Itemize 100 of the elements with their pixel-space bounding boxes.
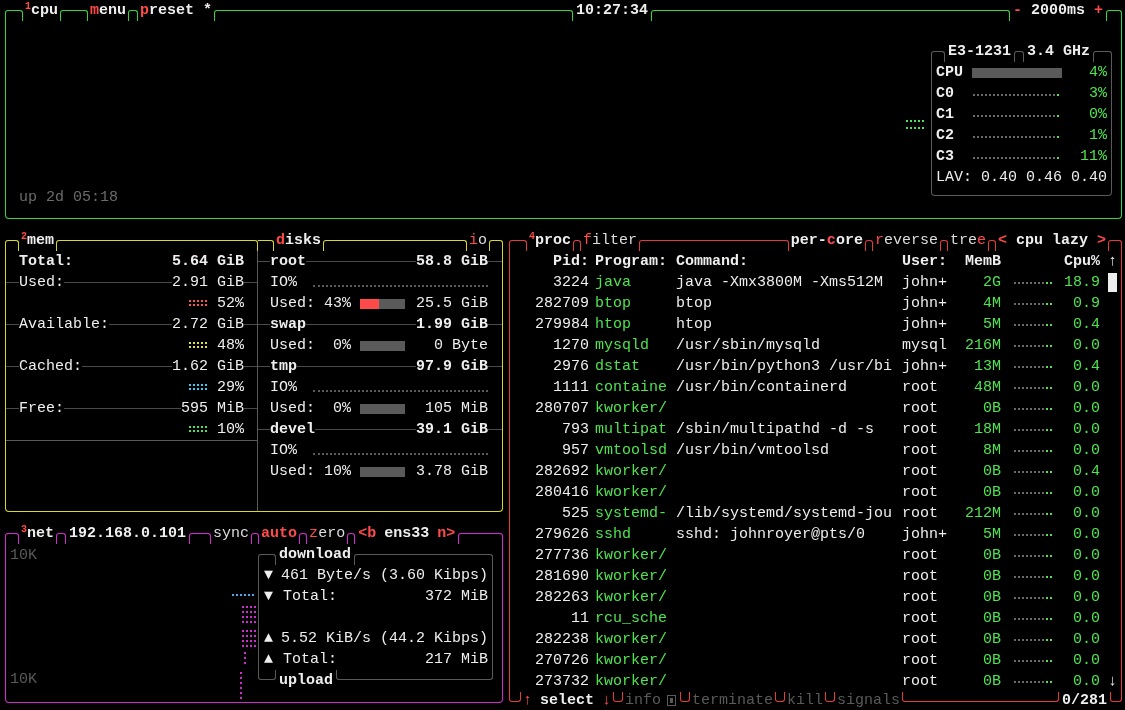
update-interval: 2000ms bbox=[1030, 1, 1085, 21]
table-cell-text: 525 bbox=[561, 504, 589, 524]
cpu-sparkline bbox=[1013, 385, 1055, 390]
menu-button[interactable]: menu bbox=[88, 0, 129, 21]
previous-sort-button[interactable]: < bbox=[997, 230, 1007, 251]
decrease-interval-button[interactable]: - bbox=[1012, 0, 1022, 21]
menu-button[interactable]: preset * bbox=[138, 0, 215, 21]
column-header[interactable]: Command: bbox=[676, 251, 902, 272]
table-cell-text: vmtoolsd bbox=[595, 441, 668, 461]
total-label: Total: bbox=[283, 587, 337, 607]
cpu-sparkline bbox=[1013, 427, 1055, 432]
table-cell-text: 48M bbox=[973, 378, 1001, 398]
io-label: IO% bbox=[270, 273, 297, 293]
direction-arrow: ▼ bbox=[264, 566, 274, 586]
direction-arrow: ▲ bbox=[264, 629, 274, 649]
table-cell-text: root bbox=[902, 630, 939, 650]
scale-label: 10K bbox=[10, 669, 38, 690]
table-cell: /usr/bin/vmtoolsd bbox=[676, 442, 830, 459]
table-cell-text: java bbox=[595, 273, 632, 293]
table-cell-text: rcu_sche bbox=[595, 609, 668, 629]
table-cell-text: 0.0 bbox=[1072, 567, 1100, 587]
option-toggle[interactable]: tree bbox=[947, 230, 988, 251]
next-sort-button[interactable]: > bbox=[1097, 230, 1106, 251]
cpu-percent: 0% bbox=[1088, 105, 1107, 125]
frame-line bbox=[825, 692, 836, 702]
table-cell-text: 0B bbox=[982, 672, 1001, 692]
frame-line bbox=[347, 533, 356, 544]
cpu-sparkline bbox=[1013, 301, 1055, 306]
used-amount: 25.5 GiB bbox=[415, 294, 488, 314]
cpu-sparkline bbox=[1013, 343, 1055, 348]
panel-title: $^{2}$mem bbox=[20, 230, 56, 251]
option-toggle[interactable]: per-core bbox=[788, 230, 865, 251]
table-cell-text: john+ bbox=[902, 273, 948, 293]
cpu-sparkline bbox=[1013, 532, 1055, 537]
scroll-up-button[interactable]: ↑ bbox=[1108, 251, 1118, 272]
increase-interval-button[interactable]: + bbox=[1094, 0, 1103, 21]
table-cell-text: 282263 bbox=[534, 588, 589, 608]
memory-percent: 48% bbox=[217, 336, 244, 356]
scroll-down-button[interactable]: ↓ bbox=[1108, 671, 1118, 692]
table-cell-text: root bbox=[902, 420, 939, 440]
cpu-label: CPU bbox=[936, 63, 964, 83]
table-cell-text: 0.0 bbox=[1072, 441, 1100, 461]
table-cell-text: root bbox=[902, 567, 939, 587]
table-cell-text: kworker/ bbox=[595, 588, 668, 608]
cpu-sparkline bbox=[1013, 448, 1055, 453]
table-cell: /usr/sbin/mysqld bbox=[676, 337, 821, 354]
table-cell-text: kworker/ bbox=[595, 651, 668, 671]
disk-size: 97.9 GiB bbox=[416, 357, 488, 377]
column-header[interactable]: Program: bbox=[595, 251, 676, 272]
scrollbar-thumb[interactable] bbox=[1108, 273, 1117, 292]
next-interface-button[interactable]: n> bbox=[437, 523, 456, 544]
io-toggle[interactable]: io bbox=[466, 230, 489, 251]
table-cell-text: 279984 bbox=[534, 315, 589, 335]
used-label: Used: bbox=[270, 336, 315, 356]
used-percent: 43% bbox=[323, 294, 351, 314]
table-cell-text: root bbox=[902, 609, 939, 629]
table-cell-text: 0B bbox=[982, 630, 1001, 650]
frame-line bbox=[613, 692, 624, 702]
table-cell-text: root bbox=[902, 441, 939, 461]
frame-line bbox=[299, 533, 308, 544]
scale-label: 10K bbox=[10, 546, 38, 566]
table-cell-text: 0B bbox=[982, 462, 1001, 482]
table-cell-text: 0.0 bbox=[1072, 672, 1100, 692]
table-cell-text: dstat bbox=[595, 357, 641, 377]
toggle-button[interactable]: zero bbox=[307, 523, 348, 544]
cpu-sparkline bbox=[1013, 406, 1055, 411]
table-cell-text: htop bbox=[595, 315, 632, 335]
table-cell-text: systemd- bbox=[595, 504, 668, 524]
used-percent: 0% bbox=[332, 399, 351, 419]
table-cell-text: 0B bbox=[982, 588, 1001, 608]
column-header[interactable]: Pid: bbox=[520, 251, 589, 272]
toggle-button[interactable]: auto bbox=[259, 523, 300, 544]
column-header[interactable]: Cpu% bbox=[1055, 251, 1100, 272]
select-button[interactable]: select bbox=[540, 692, 595, 710]
table-cell-text: 0.0 bbox=[1072, 651, 1100, 671]
toggle-button[interactable]: sync bbox=[211, 523, 252, 544]
column-header[interactable]: MemB bbox=[965, 251, 1001, 272]
frame-line bbox=[573, 240, 582, 251]
table-cell-text: 0.0 bbox=[1072, 336, 1100, 356]
used-percent: 10% bbox=[323, 462, 351, 482]
table-cell: sshd: johnroyer@pts/0 bbox=[676, 526, 866, 543]
filter-button[interactable]: filter bbox=[581, 230, 640, 251]
table-cell-text: root bbox=[902, 546, 939, 566]
cpu-sparkline bbox=[1013, 322, 1055, 327]
table-cell-text: 11 bbox=[570, 609, 589, 629]
table-cell-text: 1111 bbox=[552, 378, 589, 398]
table-cell: btop bbox=[676, 295, 712, 312]
memory-label: Total: bbox=[19, 252, 73, 272]
column-header[interactable]: User: bbox=[902, 251, 965, 272]
used-label: Used: bbox=[270, 399, 315, 419]
panel-title: $^{4}$proc bbox=[528, 230, 573, 251]
disk-name: devel bbox=[270, 420, 315, 440]
table-cell-text: 0B bbox=[982, 567, 1001, 587]
previous-interface-button[interactable]: <b bbox=[358, 523, 377, 544]
disk-size: 39.1 GiB bbox=[416, 420, 488, 440]
disks-title[interactable]: disks bbox=[274, 230, 324, 251]
option-toggle[interactable]: reverse bbox=[872, 230, 940, 251]
table-cell-text: kworker/ bbox=[595, 462, 668, 482]
memory-value: 1.62 GiB bbox=[172, 357, 244, 377]
table-cell-text: 18M bbox=[973, 420, 1001, 440]
